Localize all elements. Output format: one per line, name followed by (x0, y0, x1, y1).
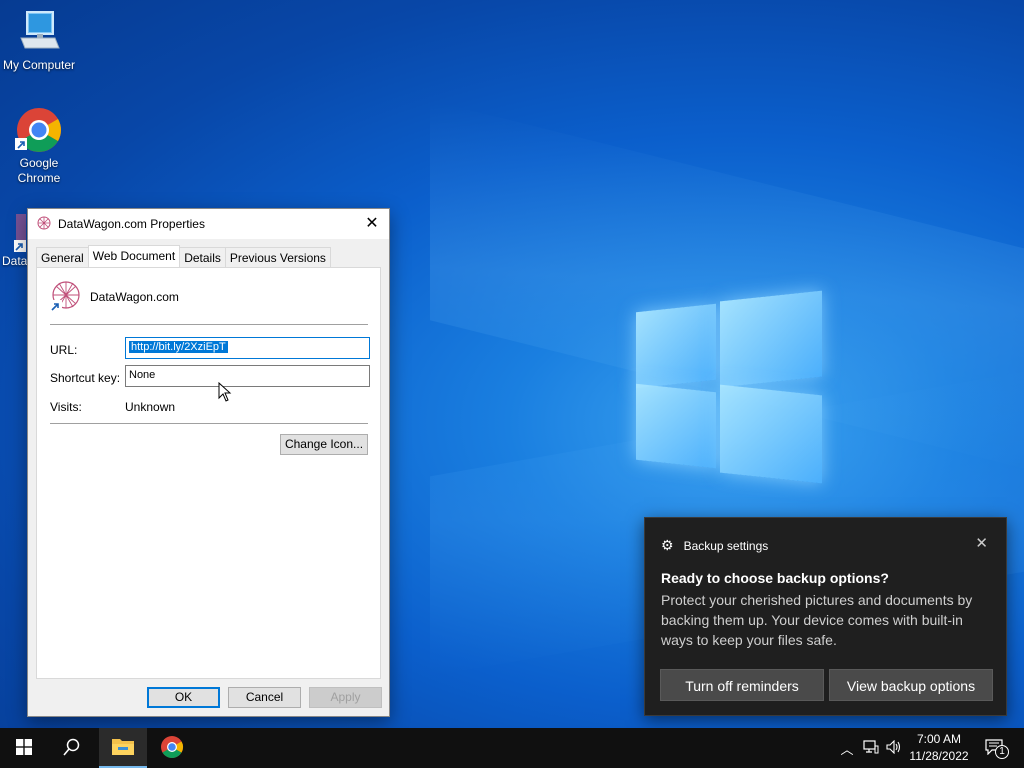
close-icon: ✕ (365, 215, 379, 232)
clock-time: 7:00 AM (916, 732, 962, 746)
dialog-titlebar[interactable]: DataWagon.com Properties (28, 209, 389, 239)
tab-previous-versions[interactable]: Previous Versions (224, 247, 331, 267)
chrome-icon (15, 106, 63, 154)
search-button[interactable] (48, 728, 96, 768)
close-button[interactable]: ✕ (361, 213, 383, 235)
url-value: http://bit.ly/2XziEpT (129, 341, 228, 353)
chrome-taskbar-button[interactable] (148, 728, 196, 768)
network-button[interactable] (860, 728, 882, 768)
windows-start-icon (16, 738, 32, 758)
web-shortcut-icon (36, 215, 52, 234)
properties-dialog: DataWagon.com Properties ✕ General Web D… (27, 208, 390, 717)
shortcut-icon (2, 212, 26, 254)
tab-details[interactable]: Details (179, 247, 226, 267)
start-button[interactable] (0, 728, 48, 768)
change-icon-button[interactable]: Change Icon... (280, 434, 368, 455)
tab-strip: General Web Document Details Previous Ve… (36, 245, 331, 267)
show-hidden-icons-button[interactable]: ︿ (838, 728, 856, 768)
windows-logo-wallpaper (636, 290, 822, 484)
tab-panel-web-document: DataWagon.com URL: http://bit.ly/2XziEpT… (36, 267, 381, 679)
clock-date: 11/28/2022 (909, 749, 969, 763)
file-explorer-taskbar-button[interactable] (99, 728, 147, 768)
volume-button[interactable] (884, 728, 904, 768)
toast-app-name: Backup settings (683, 538, 769, 553)
chevron-up-icon: ︿ (840, 741, 854, 757)
mouse-cursor-icon (218, 381, 232, 405)
desktop-icon-label: Data (2, 254, 28, 268)
divider (50, 423, 368, 424)
web-document-icon (50, 280, 82, 312)
toast-heading: Ready to choose backup options? (661, 570, 889, 586)
tab-general[interactable]: General (36, 247, 89, 267)
shortcut-key-value: None (129, 369, 156, 381)
shortcut-key-label: Shortcut key: (50, 371, 121, 385)
gear-icon: ⚙ (661, 537, 674, 553)
toast-close-button[interactable]: ✕ (975, 534, 988, 552)
divider (50, 324, 368, 325)
visits-value: Unknown (125, 400, 176, 414)
shortcut-key-field[interactable]: None (125, 365, 370, 387)
notification-count-badge: 1 (995, 745, 1009, 759)
search-icon (63, 738, 81, 759)
url-field[interactable]: http://bit.ly/2XziEpT (125, 337, 370, 359)
toast-header: ⚙ Backup settings (661, 537, 768, 554)
desktop-icon-label: Google Chrome (17, 156, 61, 185)
speaker-icon (886, 739, 902, 757)
toast-body: Protect your cherished pictures and docu… (661, 592, 973, 648)
desktop-icon-datawagon[interactable]: Data (0, 212, 30, 269)
computer-icon (15, 8, 63, 56)
apply-button[interactable]: Apply (309, 687, 382, 708)
cancel-button[interactable]: Cancel (228, 687, 301, 708)
ok-button[interactable]: OK (147, 687, 220, 708)
taskbar: ︿ 7:00 AM 11/28/2022 1 (0, 728, 1024, 768)
desktop-icon-google-chrome[interactable]: Google Chrome (0, 106, 78, 186)
url-label: URL: (50, 343, 78, 357)
chrome-icon (160, 735, 184, 762)
desktop-icon-label: My Computer (2, 58, 76, 72)
desktop-icon-my-computer[interactable]: My Computer (0, 8, 78, 73)
folder-icon (111, 736, 135, 759)
visits-label: Visits: (50, 400, 82, 414)
dialog-title: DataWagon.com Properties (58, 217, 205, 231)
backup-notification-toast: ⚙ Backup settings ✕ Ready to choose back… (644, 517, 1007, 716)
view-backup-options-button[interactable]: View backup options (829, 669, 993, 701)
action-center-button[interactable]: 1 (978, 728, 1012, 768)
network-icon (863, 739, 879, 757)
tab-web-document[interactable]: Web Document (87, 245, 181, 267)
turn-off-reminders-button[interactable]: Turn off reminders (660, 669, 824, 701)
file-name: DataWagon.com (90, 290, 179, 304)
notification-icon: 1 (985, 739, 1009, 759)
close-icon: ✕ (975, 535, 988, 552)
clock[interactable]: 7:00 AM 11/28/2022 (904, 731, 974, 765)
